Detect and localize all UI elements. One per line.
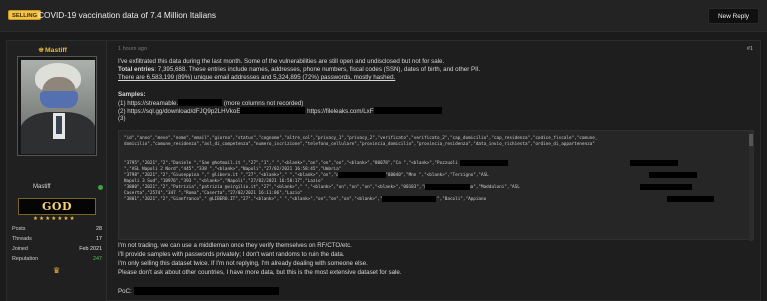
new-reply-button[interactable]: New Reply <box>708 8 759 24</box>
stat-value: 17 <box>96 236 102 242</box>
avatar[interactable] <box>17 56 97 156</box>
user-role: Mastiff <box>33 184 51 190</box>
poc-line: PoC: <box>118 287 279 296</box>
redaction-bar <box>630 160 678 166</box>
crown-icon: ♛ <box>53 266 61 275</box>
user-panel: ♚ Mastiff Mastiff GOD ★★★★★★★ Posts 28 T… <box>7 41 107 301</box>
redaction-bar <box>425 184 470 190</box>
poc-label: PoC: <box>118 288 132 295</box>
password-stats-text: There are 6,583,199 (89%) unique email a… <box>118 74 396 81</box>
stat-label: Posts <box>12 226 26 232</box>
selling-badge: SELLING <box>8 10 42 20</box>
csv-code-block[interactable]: "id","anno","mese","nome","email","giorn… <box>118 130 754 241</box>
stat-value: 247 <box>93 256 102 262</box>
stat-label: Joined <box>12 246 28 252</box>
sample-link-1-url[interactable]: (1) https://streamable. <box>118 100 178 107</box>
redaction-bar <box>240 107 306 114</box>
sample-link-2-url[interactable]: (2) https://sql.gg/download/dFJQ9p2LHVko… <box>118 108 240 115</box>
code-scrollbar[interactable] <box>749 131 753 241</box>
sample-link-1-note: (more columns not recorded) <box>223 100 304 107</box>
redaction-bar <box>373 107 442 114</box>
post-number[interactable]: #1 <box>747 46 753 52</box>
rank-badge: GOD <box>18 198 96 215</box>
redaction-bar <box>460 160 508 166</box>
total-entries-value: : 7,395,688. These entries include names… <box>154 66 481 73</box>
total-entries-text: Total entries: 7,395,688. These entries … <box>118 66 480 74</box>
online-status-icon <box>98 185 103 190</box>
terms-line-1: I'm not trading, we can use a middleman … <box>118 242 352 249</box>
forum-post: ♚ Mastiff Mastiff GOD ★★★★★★★ Posts 28 T… <box>6 40 761 301</box>
thread-header: SELLING COVID-19 vaccination data of 7.4… <box>0 0 767 32</box>
terms-line-4: Please don't ask about other countries, … <box>118 269 402 276</box>
code-line: domicilio","comune_residenza","asl_di_co… <box>124 142 595 147</box>
redaction-bar <box>382 196 436 202</box>
stat-joined: Joined Feb 2021 <box>12 244 102 254</box>
crown-icon: ♚ <box>38 47 45 54</box>
total-entries-label: Total entries <box>118 66 155 73</box>
stat-posts: Posts 28 <box>12 224 102 234</box>
redaction-bar <box>667 196 714 202</box>
redaction-bar <box>649 172 697 178</box>
terms-line-2: I'll provide samples with passwords priv… <box>118 251 345 258</box>
username[interactable]: Mastiff <box>45 46 67 55</box>
stat-value: Feb 2021 <box>79 246 102 252</box>
thread-title: COVID-19 vaccination data of 7.4 Million… <box>38 10 217 20</box>
avatar-border <box>18 57 96 155</box>
samples-label: Samples <box>118 91 144 98</box>
redaction-bar <box>338 172 386 178</box>
stat-reputation: Reputation 247 <box>12 254 102 264</box>
stat-threads: Threads 17 <box>12 234 102 244</box>
terms-line-3: I'm only selling this dataset twice. If … <box>118 260 368 267</box>
user-stats: Posts 28 Threads 17 Joined Feb 2021 Repu… <box>12 224 102 264</box>
intro-text: I've exfiltrated this data during the la… <box>118 58 445 65</box>
post-timestamp: 1 hours ago <box>118 46 148 52</box>
code-scrollbar-thumb[interactable] <box>749 134 753 146</box>
star-icons: ★★★★★★★ <box>33 216 76 222</box>
redaction-bar <box>178 99 223 106</box>
stat-label: Threads <box>12 236 32 242</box>
sample-link-3: (3) <box>118 115 126 122</box>
redaction-bar <box>640 184 692 190</box>
sample-link-2[interactable]: (2) https://sql.gg/download/dFJQ9p2LHVko… <box>118 107 442 116</box>
stat-value: 28 <box>96 226 102 232</box>
redaction-bar <box>133 287 279 295</box>
post-content: 1 hours ago #1 I've exfiltrated this dat… <box>118 41 754 301</box>
samples-heading: Samples: <box>118 91 146 98</box>
stat-label: Reputation <box>12 256 39 262</box>
sample-link-3-url[interactable]: https://fileleaks.com/LxF <box>305 108 373 115</box>
